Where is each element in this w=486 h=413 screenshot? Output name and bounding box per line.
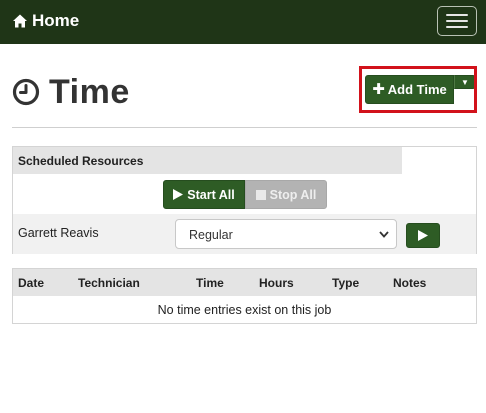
page-title-text: Time	[49, 72, 130, 111]
chevron-down-icon	[379, 231, 389, 238]
highlight-box	[359, 66, 477, 113]
column-header-date: Date	[18, 276, 45, 290]
time-type-select[interactable]: Regular	[175, 219, 397, 249]
column-header-time: Time	[196, 276, 224, 290]
page-title: Time	[12, 72, 130, 112]
empty-table-message: No time entries exist on this job	[157, 303, 332, 317]
column-header-hours: Hours	[259, 276, 294, 290]
home-link[interactable]: Home	[12, 10, 79, 32]
scheduled-resources-panel: Scheduled Resources Start All Stop All G…	[12, 146, 477, 254]
column-header-technician: Technician	[78, 276, 140, 290]
hamburger-menu-icon	[446, 20, 468, 22]
start-resource-button[interactable]	[406, 223, 440, 248]
column-header-type: Type	[332, 276, 360, 290]
clock-icon	[12, 78, 40, 106]
top-navbar: Home	[0, 0, 486, 44]
stop-all-label: Stop All	[269, 187, 317, 202]
hamburger-menu-icon	[446, 14, 468, 16]
table-header-row: Date Technician Time Hours Type Notes	[13, 269, 476, 296]
scheduled-resources-heading: Scheduled Resources	[13, 147, 402, 174]
home-label: Home	[32, 11, 80, 30]
resource-row: Garrett Reavis Regular	[13, 214, 476, 254]
column-header-notes: Notes	[393, 276, 427, 290]
time-entries-table: Date Technician Time Hours Type Notes No…	[12, 268, 477, 324]
time-type-value: Regular	[189, 228, 233, 242]
start-stop-button-group: Start All Stop All	[163, 180, 327, 209]
home-icon	[13, 14, 27, 28]
play-icon	[173, 189, 184, 200]
resource-name: Garrett Reavis	[18, 226, 99, 240]
divider	[12, 127, 477, 128]
start-all-label: Start All	[187, 187, 235, 202]
stop-icon	[255, 189, 266, 200]
hamburger-menu-icon	[446, 26, 468, 28]
play-icon	[418, 230, 428, 241]
start-all-button[interactable]: Start All	[163, 180, 245, 209]
stop-all-button[interactable]: Stop All	[245, 180, 327, 209]
menu-toggle-button[interactable]	[437, 6, 477, 36]
